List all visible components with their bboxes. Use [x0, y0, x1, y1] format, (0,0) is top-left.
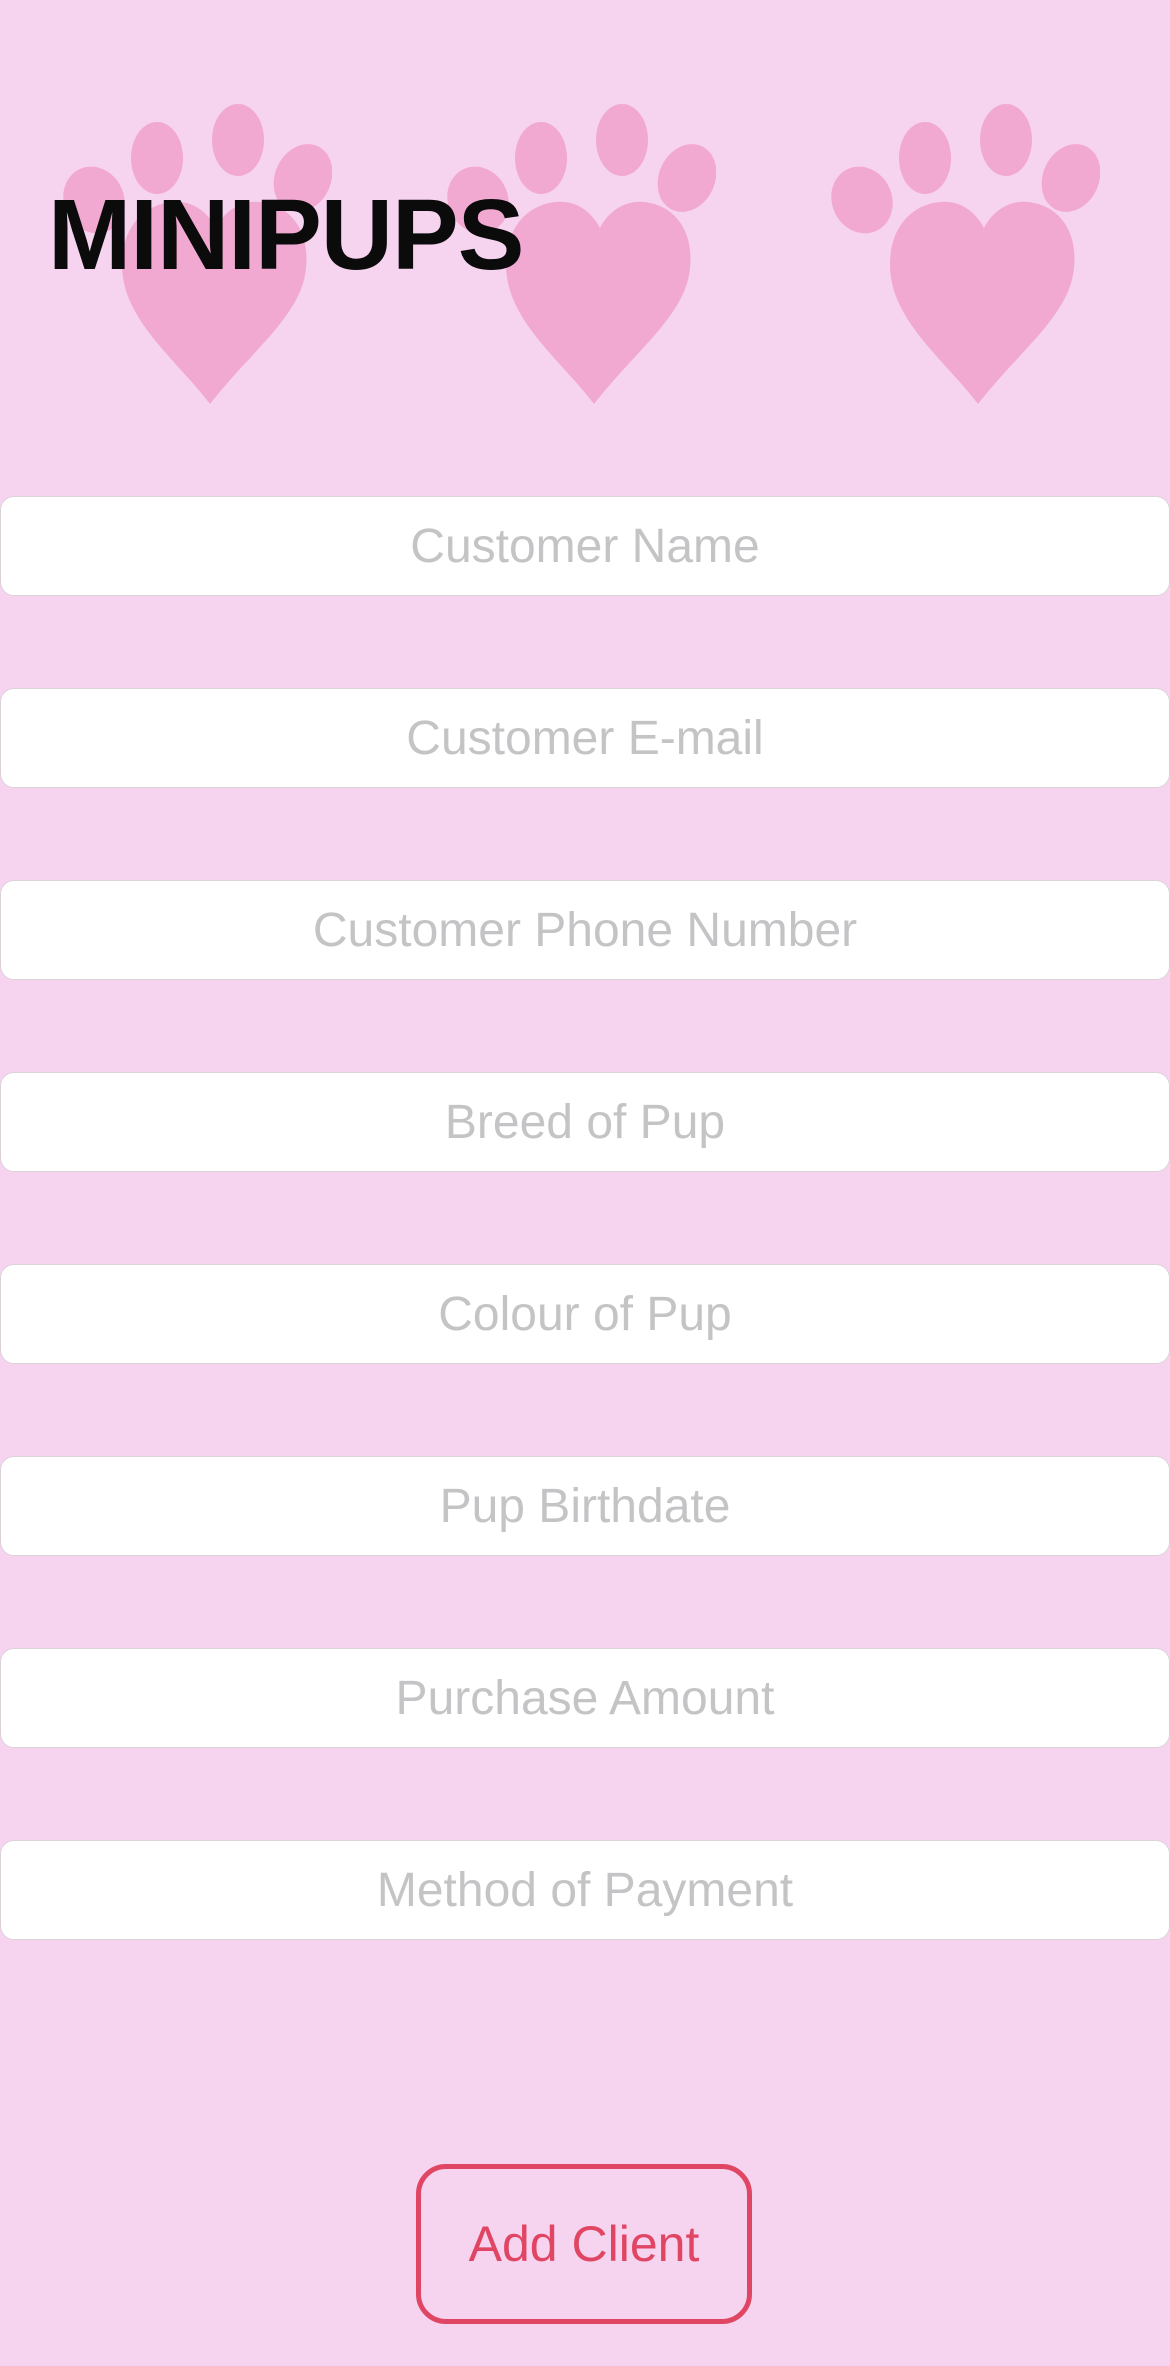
pup-birthdate-field[interactable]	[0, 1456, 1170, 1556]
customer-name-field[interactable]	[0, 496, 1170, 596]
paw-heart-icon	[830, 100, 1100, 410]
add-client-button[interactable]: Add Client	[416, 2164, 752, 2324]
customer-phone-field[interactable]	[0, 880, 1170, 980]
purchase-amount-field[interactable]	[0, 1648, 1170, 1748]
app-title: MINIPUPS	[48, 179, 524, 291]
payment-method-field[interactable]	[0, 1840, 1170, 1940]
pup-breed-field[interactable]	[0, 1072, 1170, 1172]
header: MINIPUPS	[0, 0, 1170, 430]
client-form	[0, 496, 1170, 2032]
customer-email-field[interactable]	[0, 688, 1170, 788]
pup-colour-field[interactable]	[0, 1264, 1170, 1364]
